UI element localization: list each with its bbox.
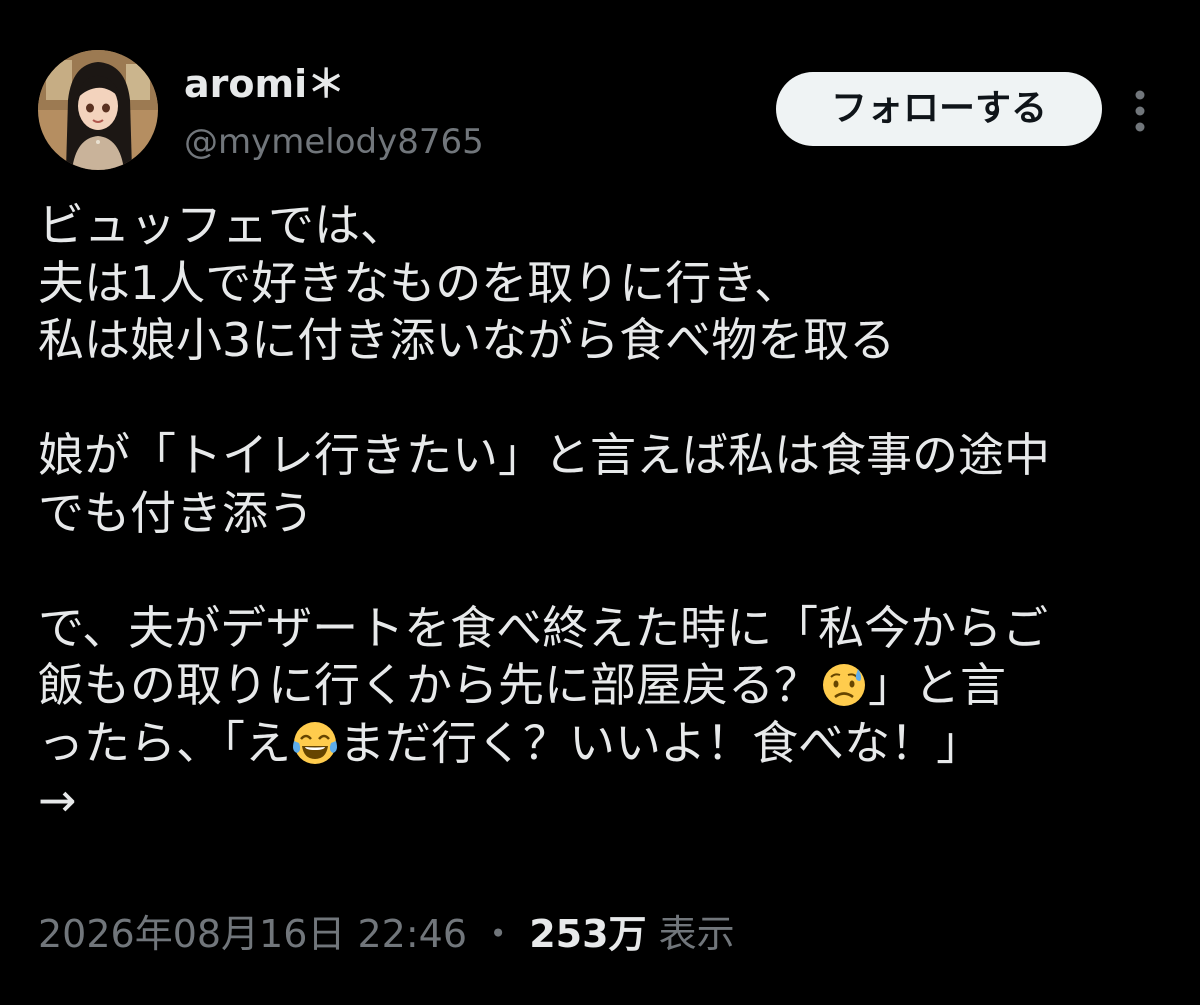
tweet-line: 飯もの取りに行くから先に部屋戻る？ 」と言 xyxy=(38,657,1168,715)
follow-button[interactable]: フォローする xyxy=(776,72,1102,146)
tweet-line: ったら、「え まだ行く？いいよ！食べな！」 xyxy=(38,715,1168,773)
tweet-timestamp[interactable]: 2026年08月16日 22:46 xyxy=(38,912,467,956)
user-handle[interactable]: @mymelody8765 xyxy=(184,118,484,166)
tweet-text: ビュッフェでは、 夫は1人で好きなものを取りに行き、 私は娘小3に付き添いながら… xyxy=(38,197,1168,830)
view-count: 253万 xyxy=(529,912,647,956)
meta-separator: ・ xyxy=(479,912,518,956)
tweet-line: で、夫がデザートを食べ終えた時に「私今からご xyxy=(38,600,1049,655)
tweet-meta: 2026年08月16日 22:46 ・ 253万 表示 xyxy=(38,906,735,962)
tweet-line: でも付き添う xyxy=(38,485,314,540)
tweet-line-part: ったら、「え xyxy=(38,715,291,770)
tweet-line: → xyxy=(38,773,77,827)
tweet-line: ビュッフェでは、 xyxy=(38,198,406,252)
tears-of-joy-emoji xyxy=(291,719,339,767)
tweet-line-part: 飯もの取りに行くから先に部屋戻る？ xyxy=(38,658,820,712)
display-name[interactable]: aromi＊ xyxy=(184,58,345,110)
tweet-line: 夫は1人で好きなものを取りに行き、 xyxy=(38,255,801,310)
tweet-line-part: 」と言 xyxy=(868,658,1006,712)
tweet-line-part: まだ行く？いいよ！食べな！」 xyxy=(339,715,983,770)
sad-sweat-face-emoji xyxy=(820,661,868,709)
more-options-icon[interactable] xyxy=(1122,86,1158,136)
view-label: 表示 xyxy=(658,912,735,956)
tweet-line: 私は娘小3に付き添いながら食べ物を取る xyxy=(38,313,896,367)
user-avatar-icon[interactable] xyxy=(38,50,158,170)
tweet-line: 娘が「トイレ行きたい」と言えば私は食事の途中 xyxy=(38,428,1050,482)
